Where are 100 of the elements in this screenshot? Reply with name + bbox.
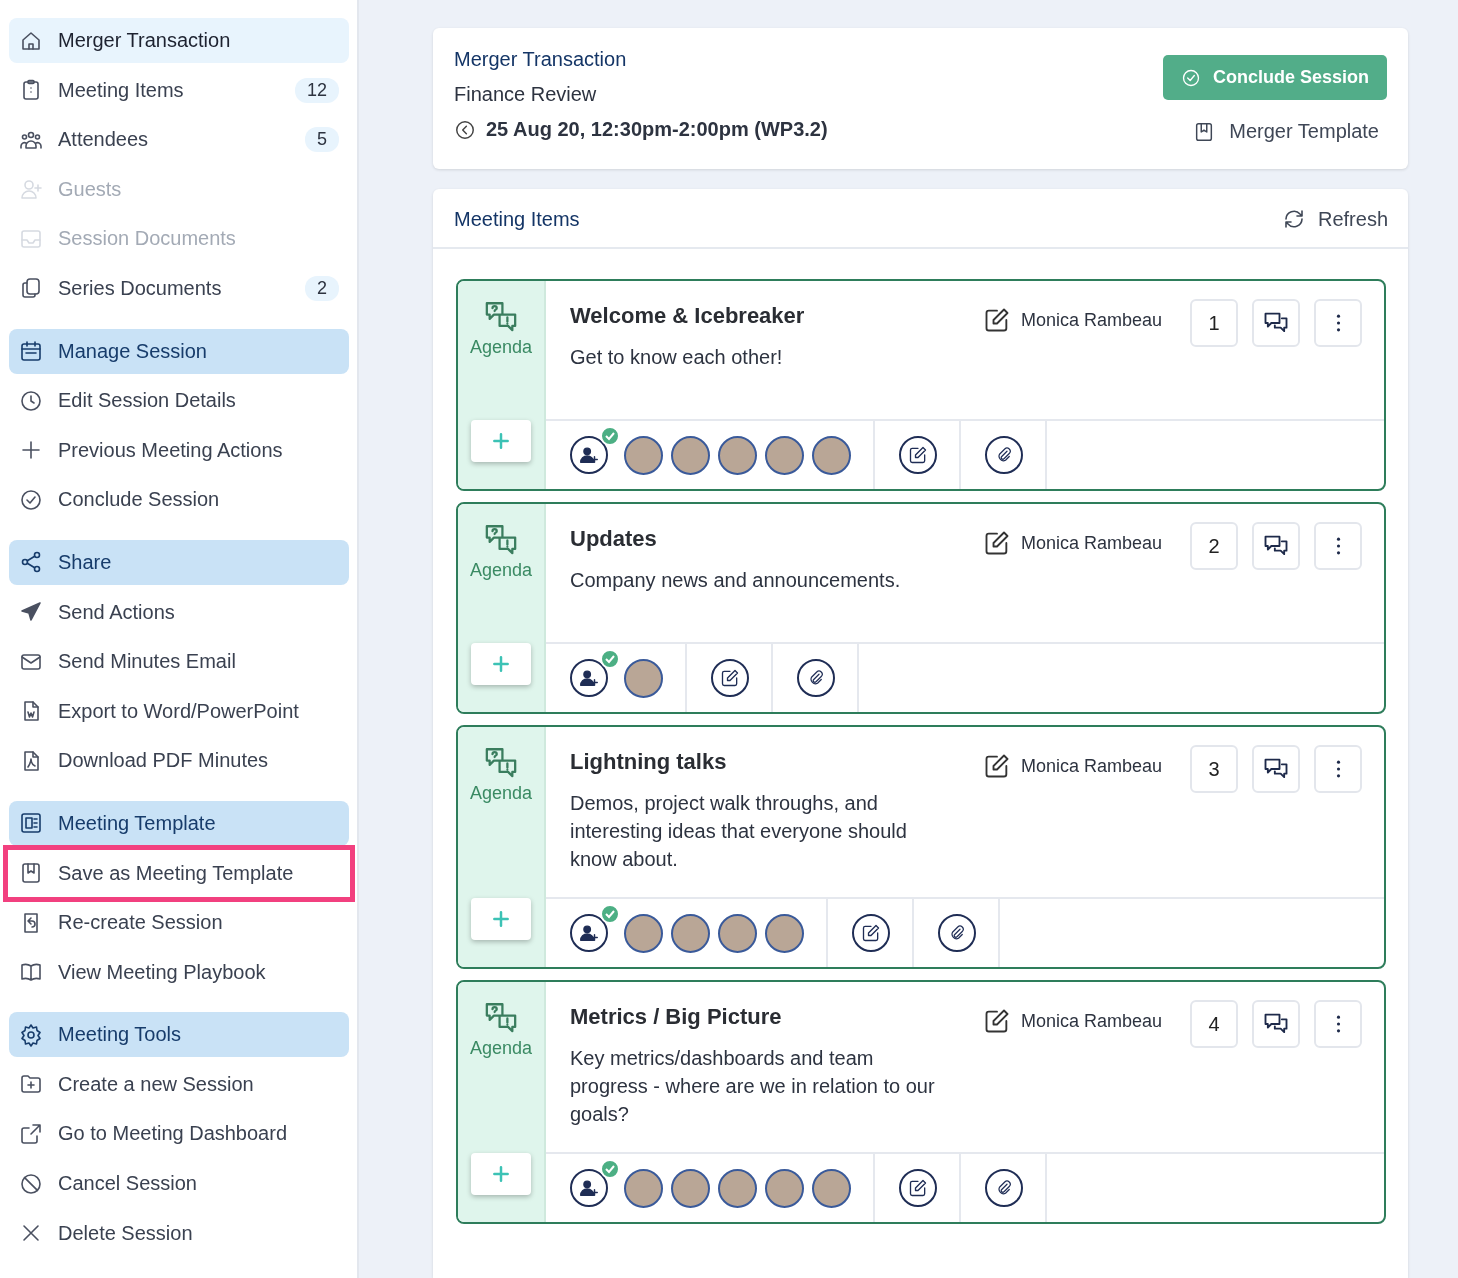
calendar-icon <box>19 339 43 364</box>
session-title: Merger Transaction <box>454 48 628 71</box>
check-badge-icon <box>600 649 620 669</box>
more-icon <box>1335 1015 1341 1033</box>
sidebar-link[interactable]: Edit Session Details <box>58 389 339 413</box>
sidebar-item-label: Meeting Tools <box>58 1023 183 1047</box>
sidebar-section-header[interactable]: Meeting Template <box>9 800 349 846</box>
notes-button[interactable] <box>711 659 749 697</box>
add-attendee-button[interactable] <box>570 1169 608 1207</box>
gear-icon <box>19 1022 43 1047</box>
sidebar-link[interactable]: Export to Word/PowerPoint <box>58 699 339 723</box>
avatar-photo-placeholder <box>624 658 663 698</box>
template-link[interactable]: Merger Template <box>1193 120 1379 143</box>
edit-icon <box>908 445 928 465</box>
sidebar-item-label: Merger Transaction <box>58 29 232 52</box>
speech-bubbles-icon <box>484 522 518 556</box>
avatar-photo-placeholder <box>624 435 663 475</box>
edit-icon <box>720 668 740 688</box>
add-attendee-button[interactable] <box>570 914 608 952</box>
more-icon <box>1335 314 1341 332</box>
avatar-photo-placeholder <box>765 435 804 475</box>
comments-button[interactable] <box>1252 299 1300 347</box>
add-attendee-button[interactable] <box>570 659 608 697</box>
sidebar-section-header[interactable]: Share <box>9 539 349 585</box>
sidebar-link[interactable]: Delete Session <box>58 1221 339 1245</box>
avatar-photo-placeholder <box>671 913 710 953</box>
panel-title: Meeting Items <box>454 207 580 231</box>
notes-button[interactable] <box>899 1169 937 1207</box>
sidebar-link: Guests <box>58 177 123 201</box>
attachment-button[interactable] <box>985 436 1023 474</box>
session-subtitle: Finance Review <box>454 83 598 106</box>
item-title: Lightning talks <box>570 749 728 775</box>
check-badge-icon <box>600 1159 620 1179</box>
copies-icon <box>19 276 43 301</box>
sidebar-link[interactable]: Meeting Items <box>58 78 295 102</box>
sidebar-link[interactable]: View Meeting Playbook <box>58 960 339 984</box>
sidebar-link: Session Documents <box>58 227 237 251</box>
sidebar-item-label: Manage Session <box>58 339 208 363</box>
speech-bubbles-icon <box>484 299 518 333</box>
notes-button[interactable] <box>852 914 890 952</box>
more-icon <box>1335 537 1341 555</box>
person-add-icon <box>578 922 600 944</box>
count-badge: 12 <box>294 77 339 103</box>
add-attendee-button[interactable] <box>570 436 608 474</box>
sidebar-section-header[interactable]: Meeting Tools <box>9 1012 349 1058</box>
author-name: Monica Rambeau <box>1020 532 1162 554</box>
sidebar-link[interactable]: Attendees <box>58 128 305 152</box>
sidebar-title-item[interactable]: Merger Transaction <box>9 18 349 63</box>
sidebar-section-header[interactable]: Manage Session <box>9 328 349 374</box>
item-description: Demos, project walk throughs, and interesting ideas that everyone should know about. <box>570 791 908 872</box>
plus-icon <box>491 431 511 451</box>
paperclip-icon <box>995 446 1013 464</box>
speech-bubbles-icon <box>484 745 518 779</box>
external-link-icon <box>19 1121 43 1146</box>
comments-button[interactable] <box>1252 522 1300 570</box>
item-type-label: Agenda <box>469 337 533 358</box>
sidebar-item[interactable]: Save as Meeting Template <box>9 850 349 896</box>
sidebar-link[interactable]: Re-create Session <box>58 911 339 935</box>
sidebar-link[interactable]: Series Documents <box>58 276 305 300</box>
person-add-icon <box>578 667 600 689</box>
person-plus-icon <box>19 177 43 202</box>
ban-icon <box>19 1171 43 1196</box>
sidebar-link[interactable]: Send Actions <box>58 600 339 624</box>
edit-icon <box>861 923 881 943</box>
clock-icon <box>19 388 43 413</box>
item-title: Welcome & Icebreaker <box>570 303 806 329</box>
sidebar-link[interactable]: Download PDF Minutes <box>58 749 339 773</box>
sidebar-link[interactable]: Conclude Session <box>58 488 339 512</box>
comments-button[interactable] <box>1252 745 1300 793</box>
avatar-photo-placeholder <box>671 1168 710 1208</box>
person-add-icon <box>578 444 600 466</box>
sidebar-link[interactable]: Send Minutes Email <box>58 650 339 674</box>
sidebar-link[interactable]: Previous Meeting Actions <box>58 438 339 462</box>
item-type-label: Agenda <box>469 1038 533 1059</box>
item-title: Updates <box>570 526 658 552</box>
attachment-button[interactable] <box>938 914 976 952</box>
comments-button[interactable] <box>1252 1000 1300 1048</box>
paperclip-icon <box>995 1179 1013 1197</box>
sidebar-link[interactable]: Go to Meeting Dashboard <box>58 1122 339 1146</box>
edit-icon <box>908 1178 928 1198</box>
refresh-button[interactable]: Refresh <box>1281 207 1388 231</box>
paperclip-icon <box>807 669 825 687</box>
bookmark-icon <box>19 861 43 885</box>
item-description: Key metrics/dashboards and team progress - where are we in relation to our goals? <box>570 1046 936 1127</box>
sidebar-link[interactable]: Cancel Session <box>58 1172 339 1196</box>
attachment-button[interactable] <box>985 1169 1023 1207</box>
author-name: Monica Rambeau <box>1020 755 1162 777</box>
check-badge-icon <box>600 426 620 446</box>
template-icon <box>19 811 43 836</box>
check-circle-icon <box>1180 67 1201 88</box>
avatar-photo-placeholder <box>718 913 757 953</box>
sidebar-item-label: Share <box>58 550 113 574</box>
sidebar-item-label: Meeting Template <box>58 811 217 835</box>
attachment-button[interactable] <box>797 659 835 697</box>
item-description: Company news and announcements. <box>570 568 902 593</box>
notes-button[interactable] <box>899 436 937 474</box>
item-number: 1 <box>1190 299 1238 347</box>
sidebar-link[interactable]: Create a new Session <box>58 1072 339 1096</box>
avatar-photo-placeholder <box>718 435 757 475</box>
count-badge: 5 <box>305 127 339 153</box>
